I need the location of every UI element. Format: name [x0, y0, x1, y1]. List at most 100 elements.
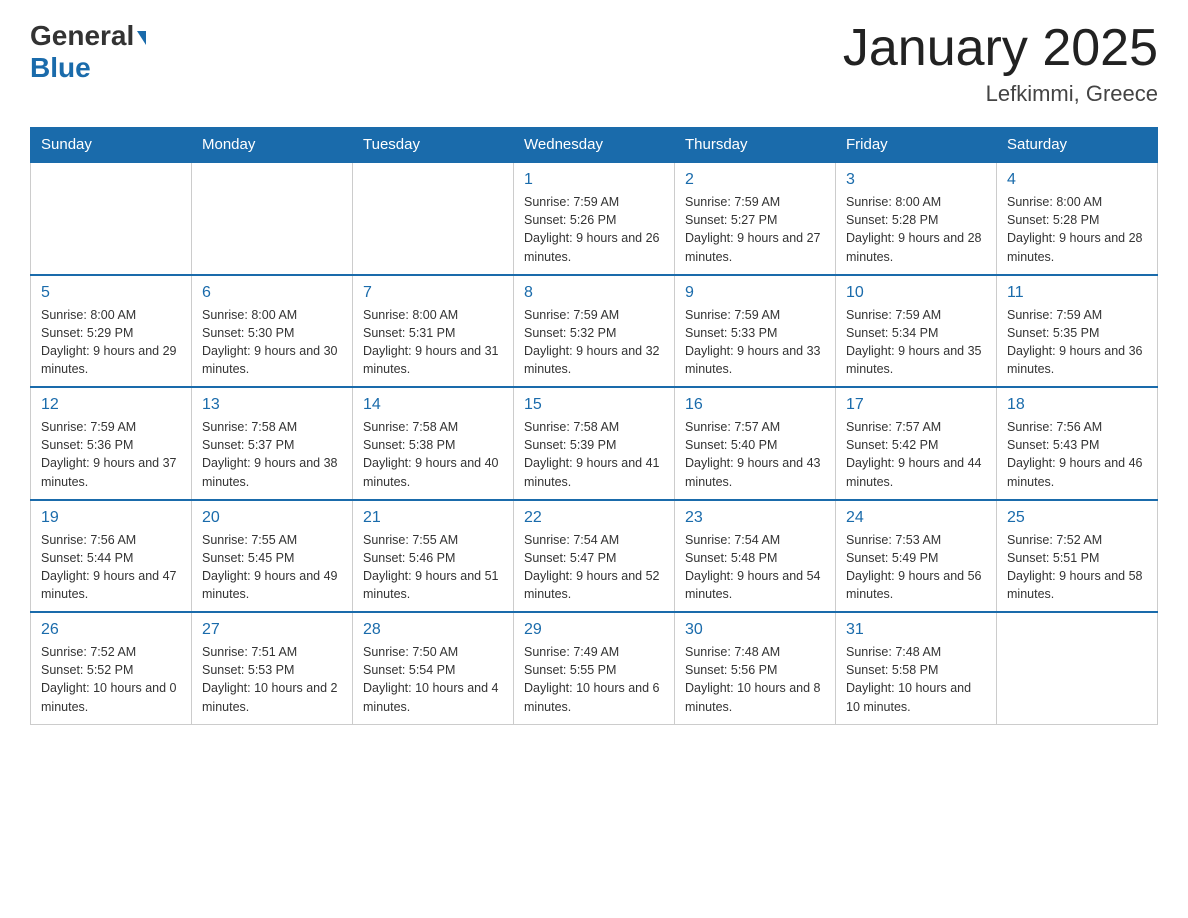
day-info: Sunrise: 7:53 AM Sunset: 5:49 PM Dayligh… — [846, 531, 986, 604]
header-monday: Monday — [192, 128, 353, 163]
logo-general: General — [30, 20, 146, 52]
calendar-cell: 17 Sunrise: 7:57 AM Sunset: 5:42 PM Dayli… — [836, 387, 997, 500]
calendar-cell: 27 Sunrise: 7:51 AM Sunset: 5:53 PM Dayli… — [192, 612, 353, 724]
day-info: Sunrise: 8:00 AM Sunset: 5:28 PM Dayligh… — [846, 193, 986, 266]
header-friday: Friday — [836, 128, 997, 163]
calendar-cell: 31 Sunrise: 7:48 AM Sunset: 5:58 PM Dayli… — [836, 612, 997, 724]
day-info: Sunrise: 7:59 AM Sunset: 5:36 PM Dayligh… — [41, 418, 181, 491]
header-tuesday: Tuesday — [353, 128, 514, 163]
day-number: 2 — [685, 171, 825, 189]
day-info: Sunrise: 7:59 AM Sunset: 5:32 PM Dayligh… — [524, 306, 664, 379]
week-row-3: 12 Sunrise: 7:59 AM Sunset: 5:36 PM Dayli… — [31, 387, 1158, 500]
week-row-2: 5 Sunrise: 8:00 AM Sunset: 5:29 PM Daylig… — [31, 275, 1158, 388]
calendar-cell: 23 Sunrise: 7:54 AM Sunset: 5:48 PM Dayli… — [675, 500, 836, 613]
day-number: 12 — [41, 396, 181, 414]
calendar-cell — [192, 162, 353, 275]
day-number: 11 — [1007, 284, 1147, 302]
calendar-cell: 15 Sunrise: 7:58 AM Sunset: 5:39 PM Dayli… — [514, 387, 675, 500]
day-number: 6 — [202, 284, 342, 302]
calendar-cell: 8 Sunrise: 7:59 AM Sunset: 5:32 PM Daylig… — [514, 275, 675, 388]
day-info: Sunrise: 7:58 AM Sunset: 5:39 PM Dayligh… — [524, 418, 664, 491]
calendar-cell: 13Sunrise: 7:58 AM Sunset: 5:37 PM Dayli… — [192, 387, 353, 500]
page-header: General Blue January 2025 Lefkimmi, Gree… — [30, 20, 1158, 107]
day-info: Sunrise: 8:00 AM Sunset: 5:31 PM Dayligh… — [363, 306, 503, 379]
calendar-cell: 29 Sunrise: 7:49 AM Sunset: 5:55 PM Dayli… — [514, 612, 675, 724]
calendar-cell: 10 Sunrise: 7:59 AM Sunset: 5:34 PM Dayli… — [836, 275, 997, 388]
day-number: 28 — [363, 621, 503, 639]
day-number: 27 — [202, 621, 342, 639]
day-info: Sunrise: 7:55 AM Sunset: 5:45 PM Dayligh… — [202, 531, 342, 604]
day-number: 25 — [1007, 509, 1147, 527]
day-number: 19 — [41, 509, 181, 527]
day-info: Sunrise: 7:49 AM Sunset: 5:55 PM Dayligh… — [524, 643, 664, 716]
day-number: 15 — [524, 396, 664, 414]
day-number: 8 — [524, 284, 664, 302]
calendar-cell: 30 Sunrise: 7:48 AM Sunset: 5:56 PM Dayli… — [675, 612, 836, 724]
day-number: 5 — [41, 284, 181, 302]
day-info: Sunrise: 7:55 AM Sunset: 5:46 PM Dayligh… — [363, 531, 503, 604]
day-number: 14 — [363, 396, 503, 414]
header-wednesday: Wednesday — [514, 128, 675, 163]
calendar-cell: 6 Sunrise: 8:00 AM Sunset: 5:30 PM Daylig… — [192, 275, 353, 388]
day-info: Sunrise: 8:00 AM Sunset: 5:29 PM Dayligh… — [41, 306, 181, 379]
day-info: Sunrise: 8:00 AM Sunset: 5:30 PM Dayligh… — [202, 306, 342, 379]
calendar-table: SundayMondayTuesdayWednesdayThursdayFrid… — [30, 127, 1158, 725]
month-title: January 2025 — [843, 20, 1158, 77]
day-number: 31 — [846, 621, 986, 639]
day-number: 30 — [685, 621, 825, 639]
calendar-cell: 20 Sunrise: 7:55 AM Sunset: 5:45 PM Dayli… — [192, 500, 353, 613]
day-number: 21 — [363, 509, 503, 527]
header-sunday: Sunday — [31, 128, 192, 163]
calendar-cell: 12 Sunrise: 7:59 AM Sunset: 5:36 PM Dayli… — [31, 387, 192, 500]
calendar-cell: 19 Sunrise: 7:56 AM Sunset: 5:44 PM Dayli… — [31, 500, 192, 613]
day-number: 17 — [846, 396, 986, 414]
day-number: 29 — [524, 621, 664, 639]
day-number: 26 — [41, 621, 181, 639]
calendar-cell: 16 Sunrise: 7:57 AM Sunset: 5:40 PM Dayli… — [675, 387, 836, 500]
day-number: 1 — [524, 171, 664, 189]
calendar-cell: 25 Sunrise: 7:52 AM Sunset: 5:51 PM Dayli… — [997, 500, 1158, 613]
day-info: Sunrise: 7:59 AM Sunset: 5:35 PM Dayligh… — [1007, 306, 1147, 379]
day-number: 10 — [846, 284, 986, 302]
day-number: 3 — [846, 171, 986, 189]
calendar-cell: 1Sunrise: 7:59 AM Sunset: 5:26 PM Daylig… — [514, 162, 675, 275]
day-info: Sunrise: 7:56 AM Sunset: 5:44 PM Dayligh… — [41, 531, 181, 604]
calendar-cell: 24Sunrise: 7:53 AM Sunset: 5:49 PM Dayli… — [836, 500, 997, 613]
day-info: Sunrise: 7:57 AM Sunset: 5:40 PM Dayligh… — [685, 418, 825, 491]
title-section: January 2025 Lefkimmi, Greece — [843, 20, 1158, 107]
day-info: Sunrise: 7:52 AM Sunset: 5:52 PM Dayligh… — [41, 643, 181, 716]
header-thursday: Thursday — [675, 128, 836, 163]
day-info: Sunrise: 7:51 AM Sunset: 5:53 PM Dayligh… — [202, 643, 342, 716]
calendar-cell: 5 Sunrise: 8:00 AM Sunset: 5:29 PM Daylig… — [31, 275, 192, 388]
day-info: Sunrise: 7:50 AM Sunset: 5:54 PM Dayligh… — [363, 643, 503, 716]
calendar-cell: 11 Sunrise: 7:59 AM Sunset: 5:35 PM Dayli… — [997, 275, 1158, 388]
day-info: Sunrise: 7:57 AM Sunset: 5:42 PM Dayligh… — [846, 418, 986, 491]
day-info: Sunrise: 7:48 AM Sunset: 5:58 PM Dayligh… — [846, 643, 986, 716]
day-info: Sunrise: 7:59 AM Sunset: 5:33 PM Dayligh… — [685, 306, 825, 379]
calendar-cell: 21 Sunrise: 7:55 AM Sunset: 5:46 PM Dayli… — [353, 500, 514, 613]
calendar-cell: 14Sunrise: 7:58 AM Sunset: 5:38 PM Dayli… — [353, 387, 514, 500]
day-number: 23 — [685, 509, 825, 527]
calendar-cell — [997, 612, 1158, 724]
day-number: 9 — [685, 284, 825, 302]
calendar-cell: 7 Sunrise: 8:00 AM Sunset: 5:31 PM Daylig… — [353, 275, 514, 388]
calendar-cell: 4Sunrise: 8:00 AM Sunset: 5:28 PM Daylig… — [997, 162, 1158, 275]
week-row-4: 19 Sunrise: 7:56 AM Sunset: 5:44 PM Dayli… — [31, 500, 1158, 613]
day-info: Sunrise: 7:48 AM Sunset: 5:56 PM Dayligh… — [685, 643, 825, 716]
calendar-cell — [31, 162, 192, 275]
day-info: Sunrise: 7:54 AM Sunset: 5:48 PM Dayligh… — [685, 531, 825, 604]
day-info: Sunrise: 7:59 AM Sunset: 5:27 PM Dayligh… — [685, 193, 825, 266]
day-number: 16 — [685, 396, 825, 414]
week-row-5: 26 Sunrise: 7:52 AM Sunset: 5:52 PM Dayli… — [31, 612, 1158, 724]
day-info: Sunrise: 7:59 AM Sunset: 5:34 PM Dayligh… — [846, 306, 986, 379]
day-number: 7 — [363, 284, 503, 302]
day-info: Sunrise: 7:52 AM Sunset: 5:51 PM Dayligh… — [1007, 531, 1147, 604]
calendar-cell: 9 Sunrise: 7:59 AM Sunset: 5:33 PM Daylig… — [675, 275, 836, 388]
header-saturday: Saturday — [997, 128, 1158, 163]
calendar-cell: 22Sunrise: 7:54 AM Sunset: 5:47 PM Dayli… — [514, 500, 675, 613]
calendar-cell: 28 Sunrise: 7:50 AM Sunset: 5:54 PM Dayli… — [353, 612, 514, 724]
day-number: 20 — [202, 509, 342, 527]
calendar-cell — [353, 162, 514, 275]
day-info: Sunrise: 7:54 AM Sunset: 5:47 PM Dayligh… — [524, 531, 664, 604]
calendar-cell: 3 Sunrise: 8:00 AM Sunset: 5:28 PM Daylig… — [836, 162, 997, 275]
